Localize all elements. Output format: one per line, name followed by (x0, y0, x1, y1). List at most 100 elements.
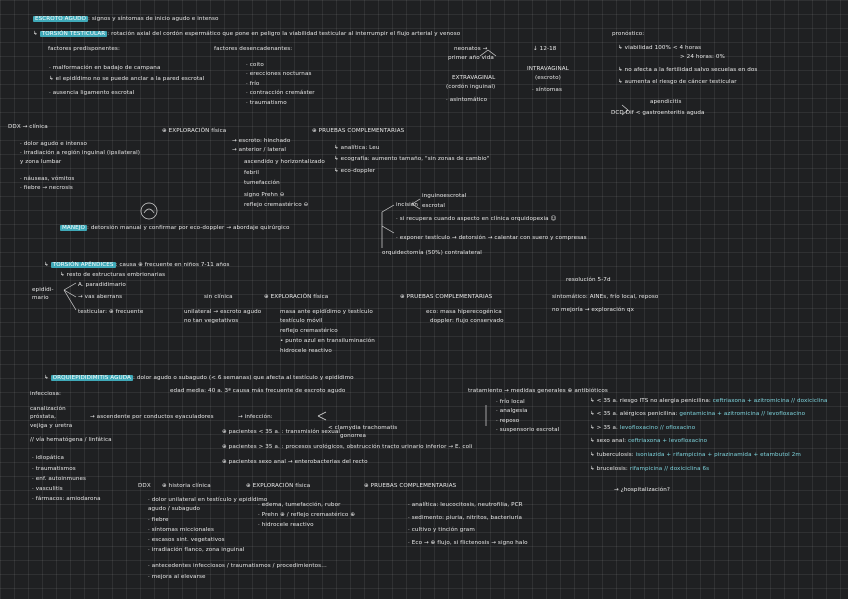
infecciosa-1: canalización (30, 406, 66, 412)
apendices-clinica-2: no tan vegetativos (184, 318, 239, 324)
exploracion-heading: ⊕ EXPLORACIÓN física (162, 128, 227, 134)
pacientes-1: ⊕ pacientes < 35 a. : transmisión sexual (222, 429, 341, 435)
edad-asintomatico: · asintomático (446, 97, 488, 103)
quirurgico-incision: incisión (396, 202, 418, 208)
exploracion-6: signo Prehn ⊖ (244, 192, 285, 198)
tratamiento-medida-4: · suspensorio escrotal (496, 427, 560, 433)
apendices-2: A. paradidimario (78, 282, 126, 288)
apendices-tag: TORSIÓN APÉNDICES (50, 262, 116, 268)
tratamiento-heading: tratamiento → medidas generales ⊕ antibi… (468, 388, 608, 394)
pronostico-3: ↳ no afecta a la fertilidad salvo secuel… (618, 67, 758, 73)
tratamiento-medida-3: · reposo (496, 418, 520, 424)
apendices-no-mejoria: no mejoría → exploración qx (552, 307, 634, 313)
orq-historia-6: · irradiación flanco, zona inguinal (148, 547, 245, 553)
antibiotico-4: ↳ sexo anal: ceftriaxona + levofloxacino (590, 438, 708, 444)
dd-apendicitis: apendicitis (650, 99, 682, 105)
title-rest: : signos y síntomas de inicio agudo e in… (88, 16, 219, 22)
clinica-2: · irradiación a región inguinal (ipsilat… (20, 150, 141, 156)
orq-exploracion-heading: ⊕ EXPLORACIÓN física (246, 483, 311, 489)
apendices-3: → vas aberrans (78, 294, 123, 300)
orquiepididimitis-line: ↳ ORQUIEPIDIDIMITIS AGUDA: dolor agudo o… (44, 375, 354, 381)
orq-pruebas-2: · sedimento: piuria, nitritos, bacteriur… (408, 515, 523, 521)
no-infecciosa-3: · enf. autoinmunes (32, 476, 87, 482)
apendices-exploracion-5: hidrocele reactivo (280, 348, 332, 354)
quirurgico-detorsion: · exponer testículo → detorsión → calent… (396, 235, 587, 241)
clinica-5: · fiebre → necrosis (20, 185, 73, 191)
title-line: ESCROTO AGUDO: signos y síntomas de inic… (33, 16, 219, 23)
orq-historia-7: · antecedentes infecciosos / traumatismo… (148, 563, 327, 569)
antibiotico-2: ↳ < 35 a. alérgicos penicilina: gentamic… (590, 411, 806, 417)
fd-item-5: · traumatismo (246, 100, 287, 106)
apendices-exploracion-4: • punto azul en transiluminación (280, 338, 375, 344)
pacientes-2: ⊕ pacientes > 35 a. : procesos urológico… (222, 444, 473, 450)
pronostico-4: ↳ aumenta el riesgo de cáncer testicular (618, 79, 737, 85)
antibiotico-6: ↳ brucelosis: rifampicina // doxiciclina… (590, 466, 710, 472)
orq-historia-8: · mejora al elevarse (148, 574, 206, 580)
fd-item-1: · coito (246, 62, 264, 68)
manejo-line: MANEJO: detorsión manual y confirmar por… (60, 225, 290, 231)
pruebas-1: ↳ analítica: Leu (334, 145, 380, 151)
no-infecciosa-2: · traumatismos (32, 466, 76, 472)
fd-item-4: · contracción cremáster (246, 90, 315, 96)
fd-item-2: · erecciones nocturnas (246, 71, 312, 77)
pacientes-1b: < clamydia trachomatis (328, 425, 398, 431)
dd-gastroenteritis: DCD Dif < gastroenteritis aguda (611, 110, 705, 116)
edad-cordon: (cordón inguinal) (446, 84, 496, 90)
antibiotico-1: ↳ < 35 a. riesgo ITS no alergia penicili… (590, 398, 828, 404)
orq-exploracion-1: · edema, tumefacción, rubor (258, 502, 341, 508)
hospitalizacion: → ¿hospitalización? (614, 487, 670, 493)
pacientes-3: ⊕ pacientes sexo anal → enterobacterias … (222, 459, 368, 465)
apendices-clinica-heading: sin clínica (204, 294, 233, 300)
infecciosa-heading: infecciosa: (30, 391, 61, 397)
pronostico-heading: pronóstico: (612, 31, 645, 37)
apendices-exploracion-2: testículo móvil (280, 318, 323, 324)
pronostico-1: ↳ viabilidad 100% < 4 horas (618, 45, 702, 51)
no-infecciosa-5: · fármacos: amiodarona (32, 496, 101, 502)
apendices-pruebas-1: eco: masa hiperecogénica (426, 309, 502, 315)
pronostico-2: > 24 horas: 0% (680, 54, 725, 60)
exploracion-4: febril (244, 170, 259, 176)
orquiepididimitis-tag: ORQUIEPIDIDIMITIS AGUDA (50, 375, 133, 381)
edad-neonatos: neonatos → (454, 46, 488, 52)
pacientes-1c: gonorrea (340, 433, 366, 439)
orq-historia-5: · escasos sint. vegetativos (148, 537, 225, 543)
apendices-4: testicular: ⊕ frecuente (78, 309, 144, 315)
clinica-1: · dolor agudo e intenso (20, 141, 87, 147)
infecciosa-5: // vía hematógena / linfática (30, 437, 112, 443)
factores-predisponentes-heading: factores predisponentes: (48, 46, 120, 52)
orq-historia-heading: ⊕ historia clínica (162, 483, 211, 489)
epididimario-1: epidídi- (32, 287, 54, 293)
apendices-pruebas-2: doppler: flujo conservado (430, 318, 504, 324)
apendices-pruebas-heading: ⊕ PRUEBAS COMPLEMENTARIAS (400, 294, 493, 300)
pruebas-3: ↳ eco-doppler (334, 168, 376, 174)
edad-escroto: (escroto) (535, 75, 561, 81)
quirurgico-orquidectomia: orquidectomía (50%) contralateral (382, 250, 482, 256)
apendices-resolucion: resolución 5-7d (566, 277, 611, 283)
exploracion-3: ascendido y horizontalizado (244, 159, 325, 165)
fd-item-3: · frío (246, 81, 260, 87)
edad-sintomas: · síntomas (532, 87, 562, 93)
edad-intravaginal: INTRAVAGINAL (527, 66, 569, 72)
orq-exploracion-2: · Prehn ⊕ / reflejo cremastérico ⊕ (258, 512, 356, 518)
pruebas-heading: ⊕ PRUEBAS COMPLEMENTARIAS (312, 128, 405, 134)
orq-pruebas-1: · analítica: leucocitosis, neutrofilia, … (408, 502, 523, 508)
orq-pruebas-heading: ⊕ PRUEBAS COMPLEMENTARIAS (364, 483, 457, 489)
manejo-tag: MANEJO (60, 225, 88, 231)
infecciosa-6: → infección: (238, 414, 273, 420)
factores-desencadenantes-heading: factores desencadenantes: (214, 46, 293, 52)
apendices-1: ↳ resto de estructuras embrionarias (60, 272, 166, 278)
epididimario-2: mario (32, 295, 49, 301)
exploracion-7: reflejo cremastérico ⊖ (244, 202, 309, 208)
orq-historia-1: · dolor unilateral en testículo y epidíd… (148, 497, 268, 503)
orquiepididimitis-edad: edad media: 40 a. 3ª causa más frecuente… (170, 388, 346, 394)
fp-item-2: ↳ el epidídimo no se puede anclar a la p… (49, 76, 205, 82)
exploracion-2: → anterior / lateral (232, 147, 286, 153)
no-infecciosa-1: · idiopática (32, 455, 65, 461)
orq-pruebas-3: · cultivo y tinción gram (408, 527, 475, 533)
no-infecciosa-4: · vasculitis (32, 486, 63, 492)
title-tag: ESCROTO AGUDO (33, 16, 89, 22)
apendices-clinica-1: unilateral → escroto agudo (184, 309, 262, 315)
ddx-clinica-heading: DDX → clínica (8, 124, 48, 130)
apendices-exploracion-heading: ⊕ EXPLORACIÓN física (264, 294, 329, 300)
apendices-exploracion-1: masa ante epidídimo y testículo (280, 309, 373, 315)
